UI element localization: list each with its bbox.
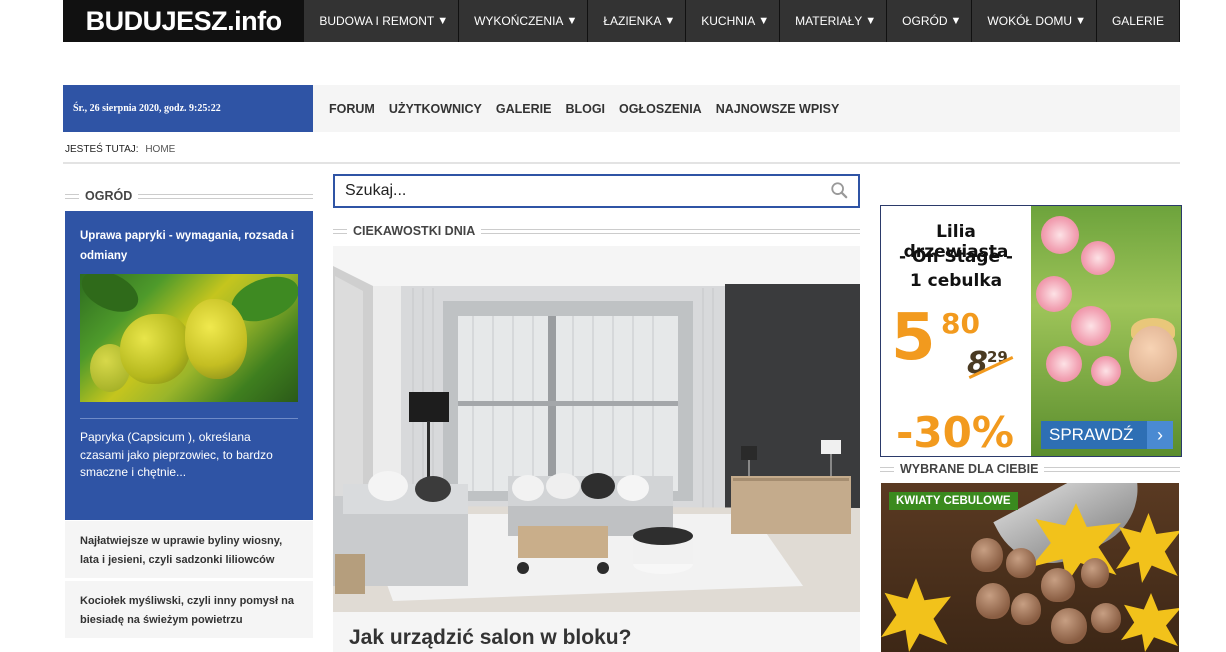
- living-room-illustration: [333, 246, 860, 612]
- pepper-shape: [120, 314, 190, 384]
- nav-item-wykonczenia[interactable]: WYKOŃCZENIA ▼: [459, 0, 589, 42]
- category-badge[interactable]: KWIATY CEBULOWE: [889, 492, 1018, 510]
- ad-price-cents: 80: [941, 307, 980, 340]
- ad-price: 5: [891, 301, 936, 375]
- subnav-blogi[interactable]: BLOGI: [565, 102, 605, 116]
- card-divider: [80, 418, 298, 419]
- section-heading-text[interactable]: OGRÓD: [85, 189, 132, 203]
- flower-bulb: [1091, 603, 1121, 633]
- nav-label: ŁAZIENKA: [603, 14, 662, 28]
- ad-text-panel: Lilia drzewiasta - On Stage - 1 cebulka …: [881, 206, 1031, 456]
- caret-down-icon: ▼: [758, 15, 770, 27]
- breadcrumb-home[interactable]: HOME: [145, 144, 175, 155]
- flower-bulb: [1006, 548, 1036, 578]
- heading-lines: [333, 228, 347, 234]
- section-heading-text: CIEKAWOSTKI DNIA: [353, 224, 476, 238]
- search-box: [333, 174, 860, 208]
- featured-article-excerpt: Papryka (Capsicum ), określana czasami j…: [80, 430, 273, 479]
- featured-article-title[interactable]: Uprawa papryki - wymagania, rozsada i od…: [80, 226, 298, 266]
- nav-item-ogrod[interactable]: OGRÓD ▼: [887, 0, 973, 42]
- picked-article-image[interactable]: KWIATY CEBULOWE: [881, 483, 1179, 652]
- pepper-image[interactable]: [80, 274, 298, 402]
- caret-down-icon: ▼: [950, 15, 962, 27]
- nav-item-materialy[interactable]: MATERIAŁY ▼: [780, 0, 888, 42]
- date-text: Śr., 26 sierpnia 2020, godz. 9:25:22: [73, 103, 221, 114]
- lily-flower: [1091, 356, 1121, 386]
- list-item[interactable]: Najłatwiejsze w uprawie byliny wiosny, l…: [65, 521, 313, 578]
- section-heading-ogrod: OGRÓD: [65, 189, 313, 203]
- lily-flower: [1036, 276, 1072, 312]
- caret-down-icon: ▼: [865, 15, 877, 27]
- ad-subline: - On Stage -: [899, 247, 1013, 267]
- lily-flower: [1046, 346, 1082, 382]
- flower-bulb: [976, 583, 1010, 619]
- caret-down-icon: ▼: [566, 15, 578, 27]
- nav-label: WOKÓŁ DOMU: [987, 14, 1073, 28]
- lily-flower: [1081, 241, 1115, 275]
- ad-check-button[interactable]: SPRAWDŹ ›: [1041, 421, 1173, 449]
- flower-bulb: [971, 538, 1003, 572]
- leaf-shape: [80, 274, 145, 321]
- ad-discount: -30%: [896, 408, 1014, 457]
- nav-item-wokol-domu[interactable]: WOKÓŁ DOMU ▼: [972, 0, 1097, 42]
- caret-down-icon: ▼: [1075, 15, 1086, 27]
- breadcrumb: JESTEŚ TUTAJ: HOME: [65, 144, 175, 155]
- nav-item-budowa-i-remont[interactable]: BUDOWA I REMONT ▼: [304, 0, 460, 42]
- pepper-shape: [185, 299, 247, 379]
- nav-label: KUCHNIA: [701, 14, 756, 28]
- lily-flower: [1041, 216, 1079, 254]
- caret-down-icon: ▼: [664, 15, 676, 27]
- flower-bulb: [1081, 558, 1109, 588]
- nav-label: BUDOWA I REMONT: [319, 14, 435, 28]
- article-image-living-room[interactable]: [333, 246, 860, 612]
- main-menu: BUDOWA I REMONT ▼ WYKOŃCZENIA ▼ ŁAZIENKA ▼ …: [304, 0, 1180, 42]
- subnav-najnowsze-wpisy[interactable]: NAJNOWSZE WPISY: [716, 102, 840, 116]
- subnav-uzytkownicy[interactable]: UŻYTKOWNICY: [389, 102, 482, 116]
- nav-label: GALERIE: [1111, 14, 1164, 28]
- logo-text: BUDUJESZ.info: [85, 5, 283, 36]
- subnav-galerie[interactable]: GALERIE: [496, 102, 552, 116]
- heading-lines: [880, 466, 894, 472]
- heading-lines: [138, 193, 313, 199]
- subnav-forum[interactable]: FORUM: [329, 102, 375, 116]
- section-heading-ciekawostki: CIEKAWOSTKI DNIA: [333, 224, 860, 238]
- top-navigation: BUDUJESZ.info BUDOWA I REMONT ▼ WYKOŃCZEN…: [63, 0, 1180, 42]
- search-input[interactable]: [345, 182, 815, 200]
- nav-label: WYKOŃCZENIA: [474, 14, 564, 28]
- heading-lines: [481, 228, 860, 234]
- nav-item-galerie[interactable]: GALERIE: [1097, 0, 1180, 42]
- site-logo[interactable]: BUDUJESZ.info: [63, 0, 305, 42]
- caret-down-icon: ▼: [437, 15, 449, 27]
- breadcrumb-prefix: JESTEŚ TUTAJ:: [65, 144, 139, 155]
- lily-flower: [1071, 306, 1111, 346]
- advertisement-banner[interactable]: Lilia drzewiasta - On Stage - 1 cebulka …: [880, 205, 1182, 457]
- section-heading-wybrane: WYBRANE DLA CIEBIE: [880, 462, 1180, 476]
- featured-article-card[interactable]: Uprawa papryki - wymagania, rozsada i od…: [65, 211, 313, 520]
- nav-label: MATERIAŁY: [795, 14, 863, 28]
- subnav-ogloszenia[interactable]: OGŁOSZENIA: [619, 102, 702, 116]
- flower-bulb: [1051, 608, 1087, 644]
- ad-button-label: SPRAWDŹ: [1049, 425, 1134, 444]
- secondary-navigation: FORUM UŻYTKOWNICY GALERIE BLOGI OGŁOSZEN…: [313, 85, 1180, 132]
- divider: [63, 162, 1180, 164]
- child-face: [1129, 326, 1177, 382]
- nav-item-lazienka[interactable]: ŁAZIENKA ▼: [588, 0, 687, 42]
- ad-quantity: 1 cebulka: [909, 271, 1003, 291]
- chevron-right-icon: ›: [1147, 421, 1173, 449]
- heading-lines: [1044, 466, 1180, 472]
- yellow-leaf: [1121, 593, 1179, 652]
- flower-bulb: [1011, 593, 1041, 625]
- nav-label: OGRÓD: [902, 14, 948, 28]
- flower-bulb: [1041, 568, 1075, 602]
- article-title[interactable]: Jak urządzić salon w bloku?: [333, 612, 860, 652]
- heading-lines: [65, 193, 79, 199]
- section-heading-text: WYBRANE DLA CIEBIE: [900, 462, 1039, 476]
- search-icon[interactable]: [830, 181, 848, 199]
- list-item[interactable]: Kociołek myśliwski, czyli inny pomysł na…: [65, 581, 313, 638]
- ad-lily-photo: [1031, 206, 1181, 456]
- date-time-display: Śr., 26 sierpnia 2020, godz. 9:25:22: [63, 85, 313, 132]
- yellow-leaf: [881, 578, 951, 652]
- nav-item-kuchnia[interactable]: KUCHNIA ▼: [686, 0, 781, 42]
